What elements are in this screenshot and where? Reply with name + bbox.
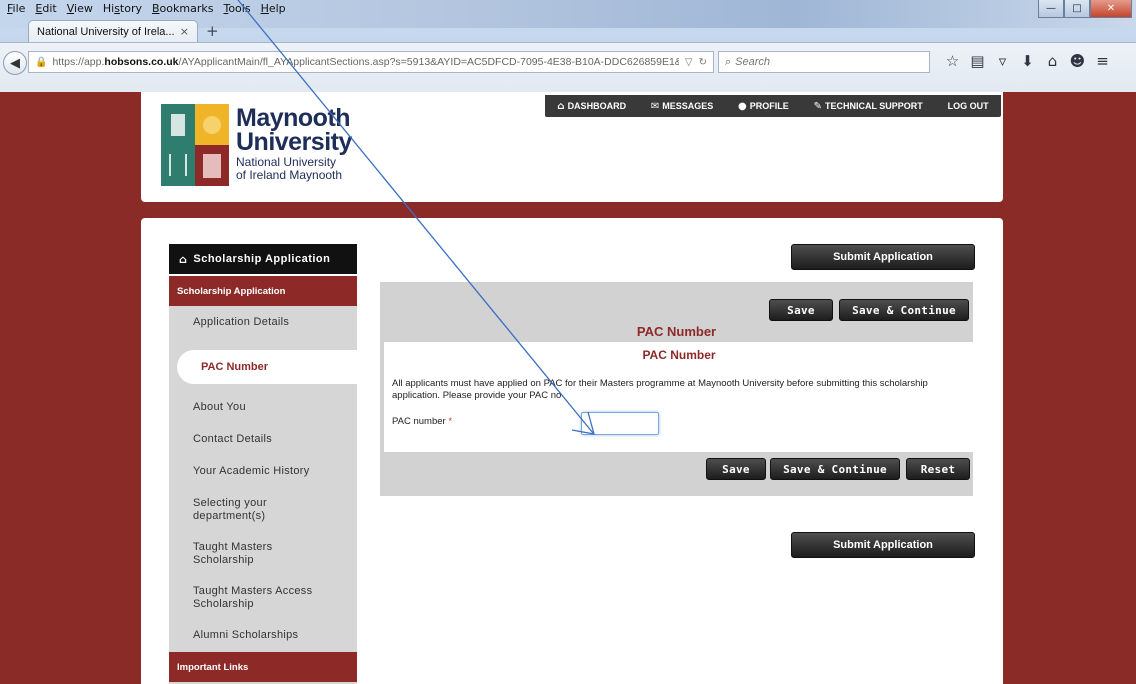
menu-icon[interactable]: ≡ <box>1090 52 1115 70</box>
browser-chrome: File Edit View History Bookmarks Tools H… <box>0 0 1136 92</box>
address-bar[interactable]: 🔒 https://app.hobsons.co.uk/AYApplicantM… <box>28 51 714 73</box>
pac-number-label: PAC number * <box>392 416 453 427</box>
logo-line-1: Maynooth <box>236 104 351 132</box>
panel-title: PAC Number <box>636 324 717 339</box>
back-arrow-icon: ◀ <box>10 55 20 71</box>
pocket-icon[interactable]: ▿ <box>990 52 1015 70</box>
user-icon: ● <box>738 100 747 112</box>
browser-tab[interactable]: National University of Irela... × <box>28 20 198 42</box>
menu-tools[interactable]: Tools <box>218 2 255 16</box>
form-description: All applicants must have applied on PAC … <box>392 378 928 401</box>
chat-icon[interactable]: ☻ <box>1065 52 1090 70</box>
sidebar-item-alumni[interactable]: Alumni Scholarships <box>193 629 353 642</box>
window-controls: — □ ✕ <box>1038 0 1132 18</box>
save-button-top[interactable]: Save <box>769 299 833 321</box>
nav-messages[interactable]: ✉ MESSAGES <box>651 101 713 112</box>
sidebar-item-taught-masters[interactable]: Taught Masters Scholarship <box>193 541 303 567</box>
envelope-icon: ✉ <box>650 100 660 112</box>
sidebar-item-about-you[interactable]: About You <box>193 401 353 414</box>
new-tab-button[interactable]: + <box>206 22 219 40</box>
save-continue-button-bottom[interactable]: Save & Continue <box>770 458 900 480</box>
menu-file[interactable]: File <box>2 2 30 16</box>
sidebar: Scholarship Application Application Deta… <box>169 276 357 684</box>
sidebar-item-contact-details[interactable]: Contact Details <box>193 433 353 446</box>
pac-form: PAC Number All applicants must have appl… <box>384 342 974 452</box>
bookmarks-list-icon[interactable]: ▤ <box>965 52 990 70</box>
url-text: https://app.hobsons.co.uk/AYApplicantMai… <box>52 56 679 68</box>
tab-close-icon[interactable]: × <box>180 25 189 38</box>
home-icon[interactable]: ⌂ <box>1040 52 1065 70</box>
sidebar-section-important-links[interactable]: Important Links <box>169 652 357 682</box>
back-button[interactable]: ◀ <box>3 51 27 75</box>
main-container: ⌂ Scholarship Application Scholarship Ap… <box>141 218 1003 684</box>
minimize-button[interactable]: — <box>1038 0 1064 18</box>
menu-bar: File Edit View History Bookmarks Tools H… <box>2 2 291 16</box>
search-icon: ⌕ <box>725 55 732 68</box>
home-icon: ⌂ <box>179 252 188 266</box>
bookmark-star-icon[interactable]: ☆ <box>940 52 965 70</box>
crest-icon <box>161 104 229 186</box>
top-navigation: ⌂ DASHBOARD ✉ MESSAGES ● PROFILE ✎ TECHNICAL… <box>545 95 1001 117</box>
sidebar-item-application-details[interactable]: Application Details <box>193 316 353 329</box>
submit-application-button-bottom[interactable]: Submit Application <box>791 532 975 558</box>
home-icon: ⌂ <box>557 100 565 112</box>
wrench-icon: ✎ <box>813 100 822 112</box>
url-dropdown-icon[interactable]: ▽ <box>685 57 693 68</box>
close-window-button[interactable]: ✕ <box>1090 0 1132 18</box>
menu-help[interactable]: Help <box>256 2 291 16</box>
menu-view[interactable]: View <box>62 2 98 16</box>
search-bar[interactable]: ⌕ <box>718 51 930 73</box>
toolbar-icons: ☆ ▤ ▿ ⬇ ⌂ ☻ ≡ <box>940 52 1115 70</box>
sidebar-item-taught-masters-access[interactable]: Taught Masters Access Scholarship <box>193 585 353 611</box>
nav-log-out[interactable]: LOG OUT <box>948 101 989 111</box>
pac-number-input[interactable] <box>581 412 659 435</box>
logo-text: Maynooth University National University … <box>236 106 352 182</box>
sidebar-section-scholarship[interactable]: Scholarship Application <box>169 276 357 306</box>
sidebar-item-selecting-department[interactable]: Selecting your department(s) <box>193 497 313 523</box>
search-input[interactable] <box>735 56 906 68</box>
tab-title: National University of Irela... <box>37 25 174 38</box>
navigation-bar: ◀ 🔒 https://app.hobsons.co.uk/AYApplican… <box>0 42 1136 92</box>
downloads-icon[interactable]: ⬇ <box>1015 52 1040 70</box>
nav-dashboard[interactable]: ⌂ DASHBOARD <box>557 101 626 112</box>
save-button-bottom[interactable]: Save <box>706 458 766 480</box>
form-title: PAC Number <box>642 348 716 362</box>
site-header: Maynooth University National University … <box>141 92 1003 202</box>
reload-icon[interactable]: ↻ <box>699 57 707 68</box>
content-panel: Save Save & Continue PAC Number PAC Numb… <box>380 282 974 496</box>
lock-icon: 🔒 <box>35 56 48 68</box>
university-logo[interactable]: Maynooth University National University … <box>161 104 371 186</box>
nav-technical-support[interactable]: ✎ TECHNICAL SUPPORT <box>814 101 923 112</box>
reset-button[interactable]: Reset <box>906 458 970 480</box>
sidebar-header[interactable]: ⌂ Scholarship Application <box>169 244 357 274</box>
sidebar-item-academic-history[interactable]: Your Academic History <box>193 465 353 478</box>
save-continue-button-top[interactable]: Save & Continue <box>839 299 969 321</box>
sidebar-item-pac-number[interactable]: PAC Number <box>177 350 357 384</box>
logo-sub-2: of Ireland Maynooth <box>236 168 343 182</box>
logo-line-2: University <box>236 128 352 156</box>
nav-profile[interactable]: ● PROFILE <box>738 101 789 112</box>
menu-history[interactable]: History <box>98 2 147 16</box>
menu-edit[interactable]: Edit <box>30 2 61 16</box>
menu-bookmarks[interactable]: Bookmarks <box>147 2 218 16</box>
required-marker: * <box>448 416 453 427</box>
submit-application-button-top[interactable]: Submit Application <box>791 244 975 270</box>
maximize-button[interactable]: □ <box>1064 0 1090 18</box>
